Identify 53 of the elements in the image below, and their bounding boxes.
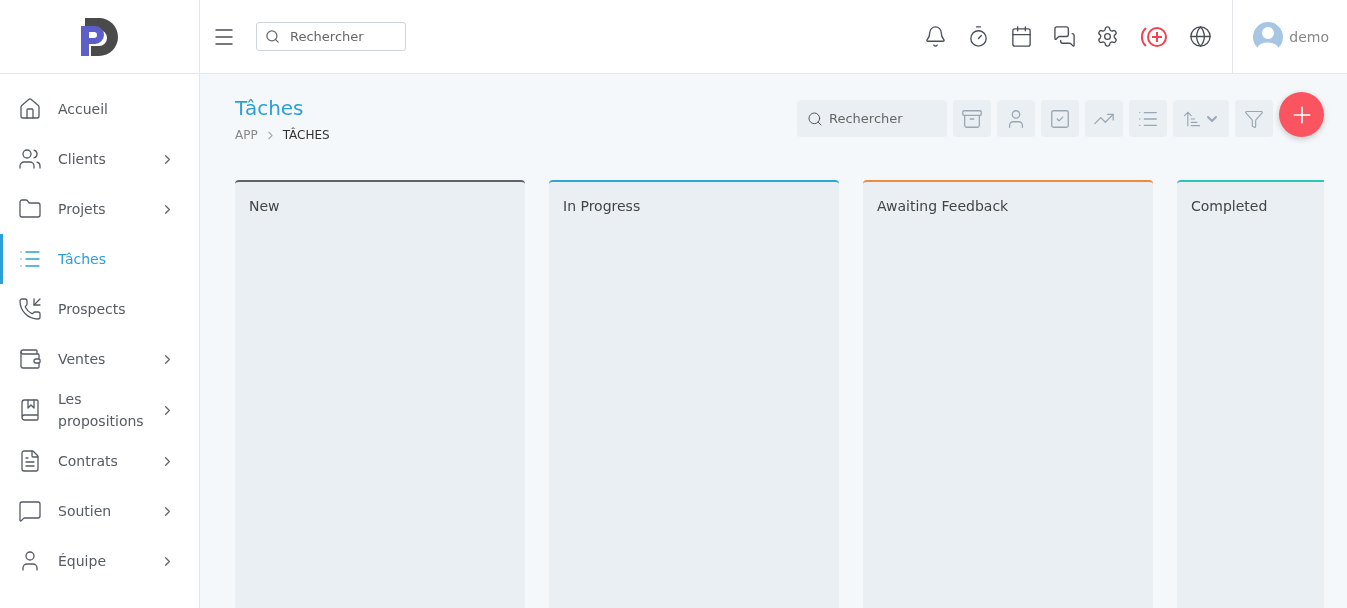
chart-button[interactable] bbox=[1085, 100, 1123, 137]
filter-button[interactable] bbox=[1235, 100, 1273, 137]
nav-icon bbox=[18, 499, 42, 523]
nav-icon bbox=[18, 347, 42, 371]
page-title: Tâches bbox=[235, 96, 305, 120]
sidebar-item[interactable]: Les propositions bbox=[0, 384, 199, 436]
column-title: New bbox=[249, 198, 280, 214]
sidebar-item[interactable]: Équipe bbox=[0, 536, 199, 586]
avatar-icon[interactable] bbox=[1253, 21, 1284, 52]
column-title: In Progress bbox=[563, 198, 641, 214]
nav-icon bbox=[18, 449, 42, 473]
checkbox-icon bbox=[1049, 107, 1071, 130]
globe-button[interactable] bbox=[1189, 25, 1213, 48]
logo-icon bbox=[78, 17, 121, 56]
sidebar-item[interactable]: Ventes bbox=[0, 334, 199, 384]
sidebar-item[interactable]: Prospects bbox=[0, 284, 199, 334]
archive-button[interactable] bbox=[953, 100, 991, 137]
sidebar-item[interactable]: Clients bbox=[0, 134, 199, 184]
bell-button[interactable] bbox=[924, 25, 948, 48]
column-title: Awaiting Feedback bbox=[877, 198, 1009, 214]
column-title: Completed bbox=[1191, 198, 1268, 214]
bell-icon bbox=[924, 25, 948, 48]
sidebar-item[interactable]: Accueil bbox=[0, 84, 199, 134]
user-filter-button[interactable] bbox=[997, 100, 1035, 137]
calendar-button[interactable] bbox=[1010, 25, 1034, 48]
list-view-button[interactable] bbox=[1129, 100, 1167, 137]
sort-dropdown-button[interactable] bbox=[1173, 100, 1229, 137]
settings-icon bbox=[1096, 25, 1120, 48]
nav-icon bbox=[18, 197, 42, 221]
globe-icon bbox=[1189, 25, 1213, 48]
search-field[interactable]: Rechercher bbox=[256, 22, 406, 51]
nav-icon bbox=[18, 147, 42, 171]
settings-button[interactable] bbox=[1096, 25, 1120, 48]
plus-circle-icon bbox=[1139, 24, 1170, 49]
archive-box-icon bbox=[961, 107, 983, 130]
chat-icon bbox=[1053, 25, 1077, 48]
user-name: demo bbox=[1289, 28, 1329, 45]
add-button[interactable] bbox=[1279, 92, 1324, 137]
nav-icon bbox=[18, 97, 42, 121]
search-icon bbox=[265, 29, 280, 44]
add-alert-button[interactable] bbox=[1139, 24, 1170, 49]
breadcrumb-item: TÂCHES bbox=[282, 128, 330, 142]
sidebar-item[interactable]: Contrats bbox=[0, 436, 199, 486]
chat-button[interactable] bbox=[1053, 25, 1077, 48]
filter-icon bbox=[1244, 108, 1264, 129]
task-search-input[interactable]: Rechercher bbox=[827, 110, 937, 127]
sidebar-item[interactable]: Soutien bbox=[0, 486, 199, 536]
sidebar-item[interactable]: Projets bbox=[0, 184, 199, 234]
checkbox-button[interactable] bbox=[1041, 100, 1079, 137]
nav-icon bbox=[18, 398, 42, 422]
task-search-field[interactable]: Rechercher bbox=[797, 100, 947, 137]
nav-icon bbox=[18, 297, 42, 321]
calendar-icon bbox=[1010, 25, 1034, 48]
